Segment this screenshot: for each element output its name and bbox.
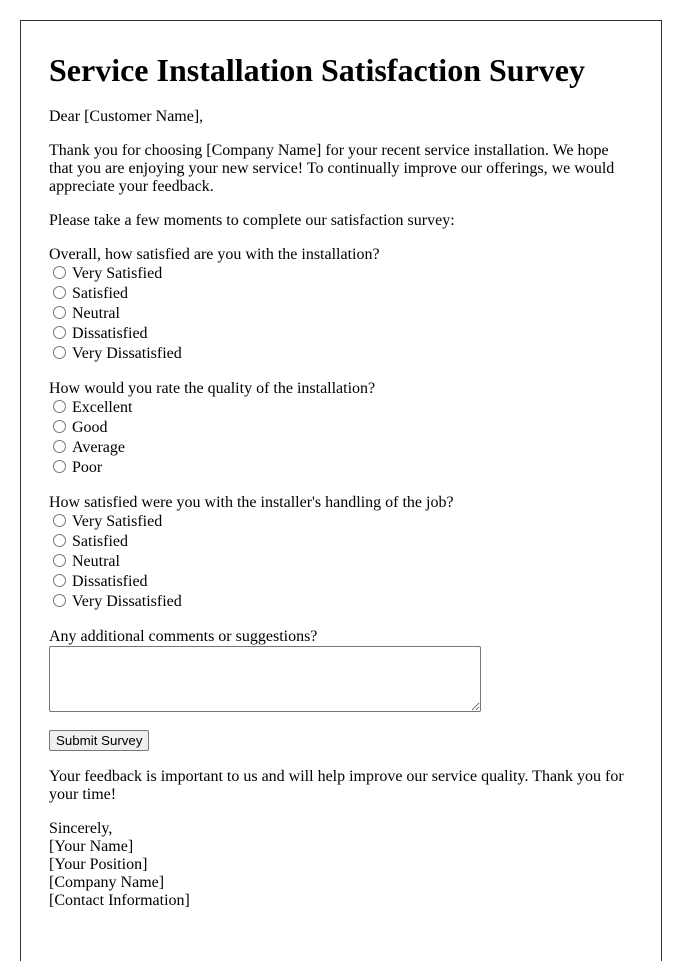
radio-button[interactable] — [53, 459, 66, 473]
signature-company: [Company Name] — [49, 874, 165, 891]
signature-salutation: Sincerely, — [49, 820, 113, 837]
radio-button[interactable] — [53, 553, 66, 567]
comments-label: Any additional comments or suggestions? — [49, 628, 318, 645]
option-neutral[interactable]: Neutral — [49, 552, 633, 572]
question-overall-satisfaction: Overall, how satisfied are you with the … — [49, 246, 633, 364]
intro-paragraph: Thank you for choosing [Company Name] fo… — [49, 142, 615, 195]
greeting: Dear [Customer Name], — [49, 108, 204, 125]
option-good[interactable]: Good — [49, 418, 633, 438]
radio-button[interactable] — [53, 573, 66, 587]
question-label: How satisfied were you with the installe… — [49, 494, 454, 511]
option-excellent[interactable]: Excellent — [49, 398, 633, 418]
submit-survey-button[interactable]: Submit Survey — [49, 730, 150, 751]
comments-section: Any additional comments or suggestions? — [49, 628, 633, 712]
option-average[interactable]: Average — [49, 438, 633, 458]
radio-button[interactable] — [53, 305, 66, 319]
page-title: Service Installation Satisfaction Survey — [49, 52, 585, 88]
option-very-satisfied[interactable]: Very Satisfied — [49, 512, 633, 532]
radio-button[interactable] — [53, 265, 66, 279]
radio-button[interactable] — [53, 513, 66, 527]
option-poor[interactable]: Poor — [49, 458, 633, 478]
question-installer-handling: How satisfied were you with the installe… — [49, 494, 633, 612]
option-dissatisfied[interactable]: Dissatisfied — [49, 324, 633, 344]
radio-button[interactable] — [53, 399, 66, 413]
radio-button[interactable] — [53, 533, 66, 547]
radio-button[interactable] — [53, 419, 66, 433]
signature-block: Sincerely, [Your Name] [Your Position] [… — [49, 820, 633, 910]
radio-button[interactable] — [53, 345, 66, 359]
signature-position: [Your Position] — [49, 856, 148, 873]
option-dissatisfied[interactable]: Dissatisfied — [49, 572, 633, 592]
comments-textarea[interactable] — [49, 646, 481, 712]
signature-contact: [Contact Information] — [49, 892, 190, 909]
option-satisfied[interactable]: Satisfied — [49, 284, 633, 304]
survey-form: Overall, how satisfied are you with the … — [49, 246, 633, 751]
survey-prompt: Please take a few moments to complete ou… — [49, 212, 455, 229]
radio-button[interactable] — [53, 439, 66, 453]
closing-paragraph: Your feedback is important to us and wil… — [49, 768, 624, 803]
radio-button[interactable] — [53, 325, 66, 339]
option-very-satisfied[interactable]: Very Satisfied — [49, 264, 633, 284]
option-very-dissatisfied[interactable]: Very Dissatisfied — [49, 344, 633, 364]
signature-name: [Your Name] — [49, 838, 134, 855]
option-satisfied[interactable]: Satisfied — [49, 532, 633, 552]
question-label: How would you rate the quality of the in… — [49, 380, 376, 397]
radio-button[interactable] — [53, 285, 66, 299]
option-neutral[interactable]: Neutral — [49, 304, 633, 324]
question-label: Overall, how satisfied are you with the … — [49, 246, 380, 263]
radio-button[interactable] — [53, 593, 66, 607]
survey-letter: Service Installation Satisfaction Survey… — [20, 20, 662, 961]
option-very-dissatisfied[interactable]: Very Dissatisfied — [49, 592, 633, 612]
question-installation-quality: How would you rate the quality of the in… — [49, 380, 633, 478]
